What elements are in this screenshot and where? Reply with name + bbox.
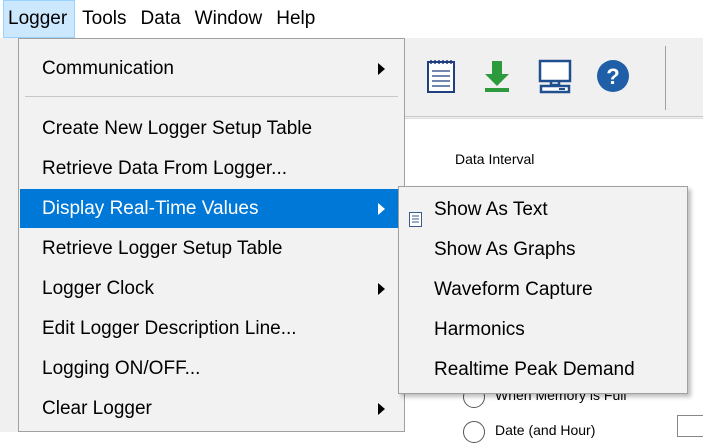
menu-logger[interactable]: Logger (3, 0, 76, 38)
logger-menu: Communication Create New Logger Setup Ta… (18, 38, 405, 432)
menu-item-clear-logger[interactable]: Clear Logger (20, 389, 403, 428)
submenu-item-label: Waveform Capture (434, 279, 593, 300)
menu-item-label: Communication (42, 58, 174, 79)
submenu-arrow-icon (378, 203, 385, 215)
menu-separator (25, 96, 398, 97)
menu-item-label: Edit Logger Description Line... (42, 318, 297, 339)
menu-item-label: Create New Logger Setup Table (42, 118, 313, 139)
submenu-item-waveform-capture[interactable]: Waveform Capture (400, 270, 686, 309)
menu-data[interactable]: Data (134, 0, 188, 38)
submenu-arrow-icon (378, 63, 385, 75)
submenu-item-show-as-graphs[interactable]: Show As Graphs (400, 230, 686, 269)
submenu-arrow-icon (378, 403, 385, 415)
submenu-arrow-icon (378, 283, 385, 295)
menu-item-retrieve-setup-table[interactable]: Retrieve Logger Setup Table (20, 229, 403, 268)
date-label: Date (and Hour) (495, 422, 596, 438)
menu-item-label: Retrieve Logger Setup Table (42, 238, 283, 259)
submenu-item-label: Realtime Peak Demand (434, 359, 635, 380)
menu-tools[interactable]: Tools (75, 0, 133, 38)
computer-icon[interactable] (533, 54, 577, 98)
date-radio[interactable] (463, 421, 485, 443)
data-interval-label: Data Interval (455, 151, 535, 167)
toolbar: ? (405, 42, 703, 117)
submenu-item-label: Show As Text (434, 199, 548, 220)
notepad-icon[interactable] (419, 54, 463, 98)
submenu-item-harmonics[interactable]: Harmonics (400, 310, 686, 349)
submenu-item-label: Harmonics (434, 319, 525, 340)
menu-item-retrieve-data[interactable]: Retrieve Data From Logger... (20, 149, 403, 188)
menu-item-label: Clear Logger (42, 398, 152, 419)
menu-bar: Logger Tools Data Window Help (0, 0, 703, 38)
submenu-item-label: Show As Graphs (434, 239, 576, 260)
menu-item-display-realtime[interactable]: Display Real-Time Values (20, 189, 403, 228)
submenu-item-show-as-text[interactable]: Show As Text (400, 190, 686, 229)
menu-help[interactable]: Help (269, 0, 322, 38)
date-field[interactable] (677, 415, 703, 437)
menu-item-logger-clock[interactable]: Logger Clock (20, 269, 403, 308)
menu-item-create-setup-table[interactable]: Create New Logger Setup Table (20, 109, 403, 148)
menu-item-label: Display Real-Time Values (42, 198, 259, 219)
submenu-item-realtime-peak-demand[interactable]: Realtime Peak Demand (400, 350, 686, 389)
menu-window[interactable]: Window (188, 0, 270, 38)
text-document-icon (409, 202, 422, 227)
svg-text:?: ? (606, 64, 619, 89)
menu-item-communication[interactable]: Communication (20, 49, 403, 88)
realtime-submenu: Show As Text Show As Graphs Waveform Cap… (398, 186, 688, 394)
toolbar-separator (665, 46, 666, 110)
menu-item-label: Retrieve Data From Logger... (42, 158, 287, 179)
menu-item-label: Logger Clock (42, 278, 154, 299)
download-icon[interactable] (475, 54, 519, 98)
help-icon[interactable]: ? (591, 54, 635, 98)
menu-item-edit-description[interactable]: Edit Logger Description Line... (20, 309, 403, 348)
menu-item-label: Logging ON/OFF... (42, 358, 201, 379)
menu-item-logging-on-off[interactable]: Logging ON/OFF... (20, 349, 403, 388)
